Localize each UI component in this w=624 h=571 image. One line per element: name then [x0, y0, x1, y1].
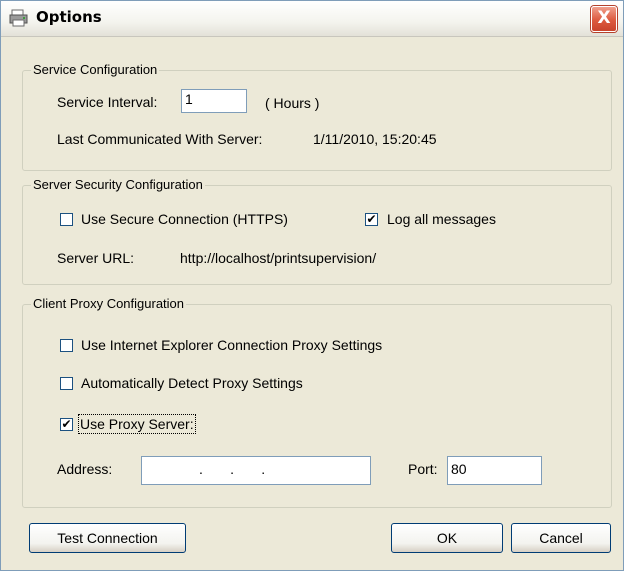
auto-detect-proxy-checkbox[interactable]: [60, 377, 73, 390]
server-url-value: http://localhost/printsupervision/: [180, 250, 377, 266]
group-label: Server Security Configuration: [31, 177, 205, 192]
window-title: Options: [36, 8, 102, 26]
ie-proxy-label[interactable]: Use Internet Explorer Connection Proxy S…: [81, 337, 382, 353]
group-label: Client Proxy Configuration: [31, 296, 187, 311]
options-dialog: Options X Service Configuration Service …: [0, 0, 624, 571]
proxy-port-input[interactable]: 80: [447, 456, 542, 485]
printer-icon: [9, 9, 28, 27]
log-messages-label[interactable]: Log all messages: [387, 211, 496, 227]
test-connection-button[interactable]: Test Connection: [29, 523, 186, 553]
group-label: Service Configuration: [31, 62, 160, 77]
proxy-address-input[interactable]: . . .: [141, 456, 371, 485]
secure-connection-label[interactable]: Use Secure Connection (HTTPS): [81, 211, 288, 227]
address-label: Address:: [57, 461, 113, 477]
use-proxy-server-checkbox[interactable]: ✔: [60, 418, 73, 431]
ok-button[interactable]: OK: [391, 523, 503, 553]
secure-connection-checkbox[interactable]: [60, 213, 73, 226]
last-communicated-value: 1/11/2010, 15:20:45: [313, 131, 437, 147]
cancel-button[interactable]: Cancel: [511, 523, 611, 553]
log-messages-checkbox[interactable]: ✔: [365, 213, 378, 226]
server-url-label: Server URL:: [57, 250, 135, 266]
auto-detect-proxy-label[interactable]: Automatically Detect Proxy Settings: [81, 375, 303, 391]
service-interval-label: Service Interval:: [57, 94, 158, 110]
interval-unit-label: ( Hours ): [265, 95, 320, 111]
title-bar[interactable]: Options X: [1, 1, 623, 37]
service-configuration-group: Service Configuration: [22, 62, 612, 171]
service-interval-input[interactable]: 1: [181, 89, 247, 113]
last-communicated-label: Last Communicated With Server:: [57, 131, 263, 147]
use-proxy-server-label[interactable]: Use Proxy Server:: [78, 414, 196, 434]
server-security-group: Server Security Configuration: [22, 177, 612, 285]
port-label: Port:: [408, 461, 438, 477]
close-button[interactable]: X: [591, 6, 617, 32]
ie-proxy-checkbox[interactable]: [60, 339, 73, 352]
